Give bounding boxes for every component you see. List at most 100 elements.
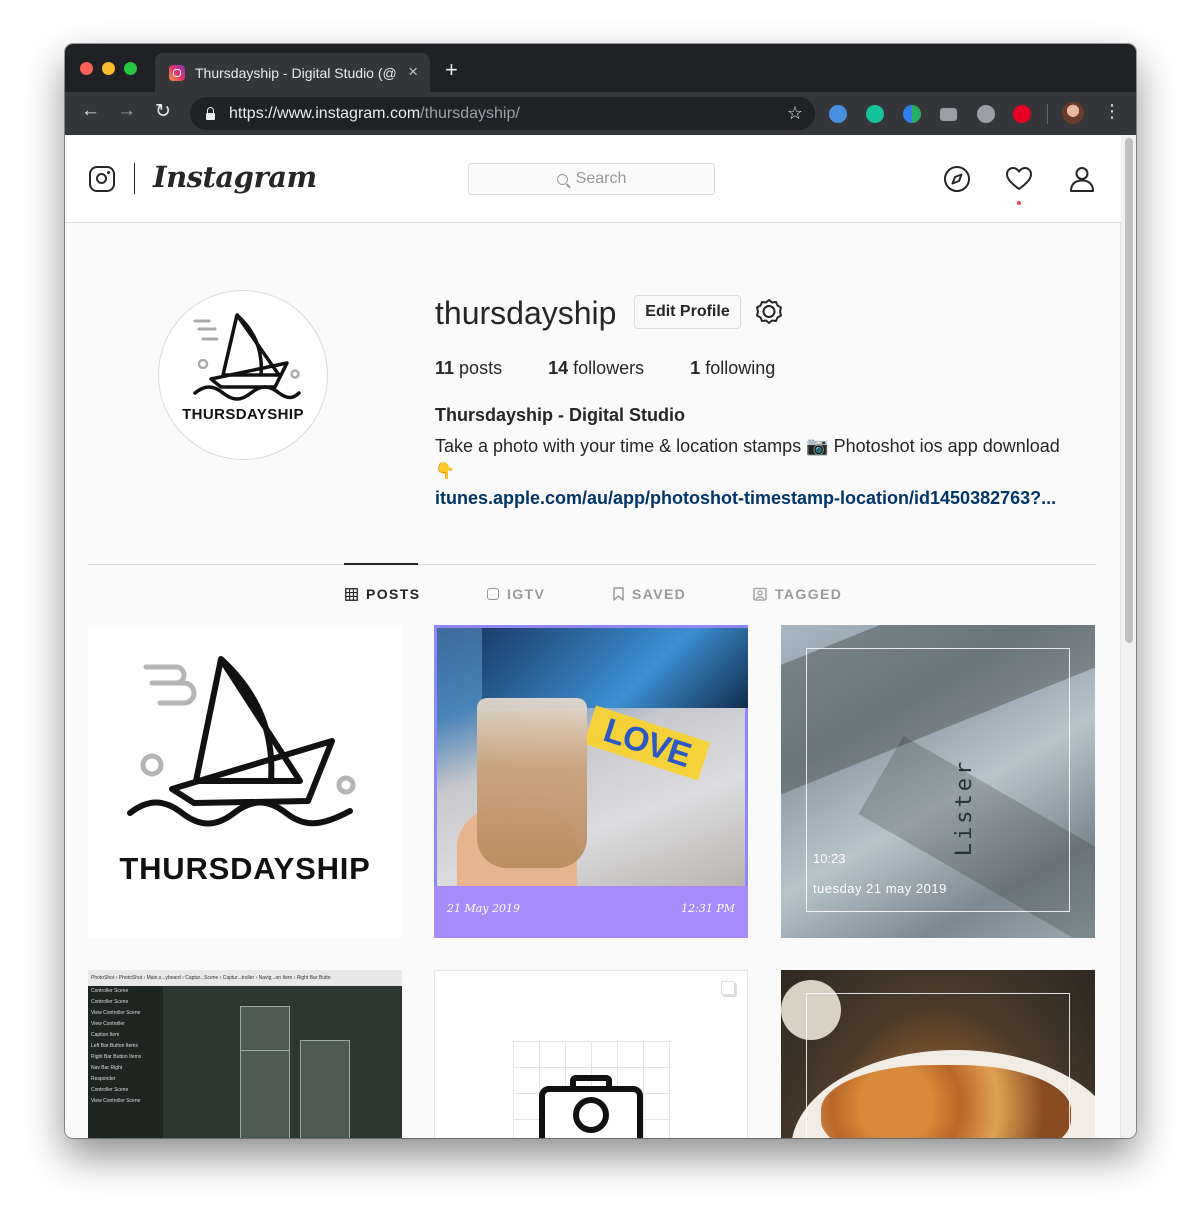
tab-posts[interactable]: POSTS (345, 586, 420, 602)
post-thumbnail[interactable]: THURSDAYSHIP (88, 625, 402, 938)
following-stat[interactable]: 1 following (690, 358, 775, 379)
outline-item: Controller Scene (91, 1087, 129, 1093)
back-arrow-icon[interactable]: ← (81, 100, 100, 122)
forward-arrow-icon[interactable]: → (117, 100, 136, 122)
profile-full-name: Thursdayship - Digital Studio (435, 405, 686, 425)
profile-website-link[interactable]: itunes.apple.com/au/app/photoshot-timest… (435, 488, 1095, 509)
posts-stat: 11 posts (435, 358, 502, 379)
toolbar-divider (1047, 104, 1048, 124)
post-thumbnail[interactable] (781, 970, 1095, 1138)
grammarly-extension-icon[interactable] (866, 105, 884, 123)
color-extension-icon[interactable] (903, 105, 921, 123)
explore-icon[interactable] (943, 165, 971, 193)
photo-date-stamp: 21 May 2019 (447, 902, 521, 915)
activity-heart-icon[interactable] (1005, 165, 1033, 193)
scrollbar[interactable] (1120, 135, 1136, 1138)
outline-item: Responder (91, 1076, 116, 1082)
url-path: /thursdayship/ (420, 104, 520, 122)
iced-coffee-cup (477, 698, 587, 868)
active-tab-indicator (344, 563, 418, 565)
xcode-outline: Controller Scene Controller Scene View C… (88, 986, 163, 1138)
instagram-page: Instagram Search THURSDAYSHIP thursdaysh… (65, 135, 1136, 1138)
instagram-header: Instagram Search (65, 135, 1121, 223)
outline-item: View Controller Scene (91, 1098, 141, 1104)
instagram-logo[interactable]: Instagram (153, 160, 317, 194)
outline-item: View Controller Scene (91, 1010, 141, 1016)
logo-divider (134, 163, 135, 194)
camera-clock-icon (539, 1075, 643, 1138)
tab-saved[interactable]: SAVED (613, 586, 686, 602)
edit-profile-button[interactable]: Edit Profile (634, 295, 741, 329)
posts-count: 11 (435, 358, 455, 378)
zoom-window-button[interactable] (124, 62, 137, 75)
outline-item: Controller Scene (91, 988, 129, 994)
post-thumbnail[interactable]: PhotoShot › PhotoShot › Main.s...yboard … (88, 970, 402, 1138)
camera-extension-icon[interactable] (940, 108, 957, 121)
post-thumbnail[interactable] (434, 970, 748, 1138)
search-placeholder: Search (575, 170, 627, 187)
instagram-camera-icon[interactable] (89, 166, 115, 192)
browser-toolbar: ← → ↻ https://www.instagram.com/thursday… (65, 92, 1136, 135)
pavement-writing: Lister (952, 758, 978, 857)
reload-icon[interactable]: ↻ (155, 100, 171, 123)
url-domain: https://www.instagram.com (229, 104, 421, 122)
posts-label: posts (459, 358, 503, 378)
scrollbar-thumb[interactable] (1125, 138, 1133, 643)
outline-item: Nav Bar Right (91, 1065, 123, 1071)
tab-title: Thursdayship - Digital Studio (@ (195, 64, 397, 81)
address-bar[interactable]: https://www.instagram.com/thursdayship/ … (190, 97, 815, 130)
browser-profile-avatar[interactable] (1062, 102, 1084, 124)
tab-strip: Thursdayship - Digital Studio (@ × + (65, 44, 1136, 92)
new-tab-button[interactable]: + (445, 57, 458, 83)
download-extension-icon[interactable] (829, 105, 847, 123)
ship-logo-icon (193, 313, 301, 401)
bio-text: Take a photo with your time & location s… (435, 436, 1060, 456)
lock-icon (206, 107, 215, 120)
tagged-person-icon (753, 587, 767, 601)
notification-dot (1017, 201, 1021, 205)
browser-tab[interactable]: Thursdayship - Digital Studio (@ × (155, 53, 430, 92)
tab-close-icon[interactable]: × (408, 62, 418, 82)
profile-username: thursdayship (435, 295, 617, 331)
url-text: https://www.instagram.com/thursdayship/ (229, 105, 520, 123)
laptop-screen (482, 628, 748, 708)
outline-item: Left Bar Button Items (91, 1043, 138, 1049)
photo-time-stamp: 12:31 PM (681, 902, 735, 915)
m-extension-icon[interactable] (977, 105, 995, 123)
tab-igtv[interactable]: IGTV (487, 586, 545, 602)
close-window-button[interactable] (80, 62, 93, 75)
grid-icon (345, 587, 358, 601)
pinterest-extension-icon[interactable] (1013, 105, 1031, 123)
tab-igtv-label: IGTV (507, 586, 546, 602)
bookmark-icon (613, 587, 624, 601)
profile-bio: Take a photo with your time & location s… (435, 433, 1105, 485)
photo-date-stamp: tuesday 21 may 2019 (813, 881, 947, 896)
outline-item: Caption Item (91, 1032, 120, 1038)
tabs-divider (88, 564, 1096, 565)
profile-icon[interactable] (1068, 165, 1096, 193)
search-input[interactable]: Search (468, 163, 715, 195)
pointing-down-emoji: 👇 (435, 463, 455, 480)
browser-menu-icon[interactable]: ⋮ (1103, 101, 1121, 122)
post-brand-text: THURSDAYSHIP (119, 851, 371, 886)
outline-item: Controller Scene (91, 999, 129, 1005)
followers-label: followers (573, 358, 645, 378)
profile-avatar[interactable]: THURSDAYSHIP (158, 290, 328, 460)
followers-stat[interactable]: 14 followers (548, 358, 644, 379)
photo-frame (806, 993, 1070, 1138)
multiple-photos-icon (721, 981, 735, 995)
settings-gear-icon[interactable] (755, 298, 783, 326)
igtv-icon (487, 588, 499, 600)
photo-time-stamp: 10:23 (813, 851, 846, 866)
post-thumbnail[interactable]: Lister 10:23 tuesday 21 may 2019 (781, 625, 1095, 938)
outline-item: View Controller (91, 1021, 125, 1027)
followers-count: 14 (548, 358, 569, 378)
bookmark-star-icon[interactable]: ☆ (787, 103, 803, 124)
instagram-favicon-icon (169, 64, 185, 81)
tab-tagged-label: TAGGED (775, 586, 843, 602)
tab-tagged[interactable]: TAGGED (753, 586, 842, 602)
post-thumbnail[interactable]: LOVE 21 May 2019 12:31 PM (434, 625, 748, 938)
photo-frame (806, 648, 1070, 912)
minimize-window-button[interactable] (102, 62, 115, 75)
xcode-breadcrumb: PhotoShot › PhotoShot › Main.s...yboard … (88, 970, 402, 986)
